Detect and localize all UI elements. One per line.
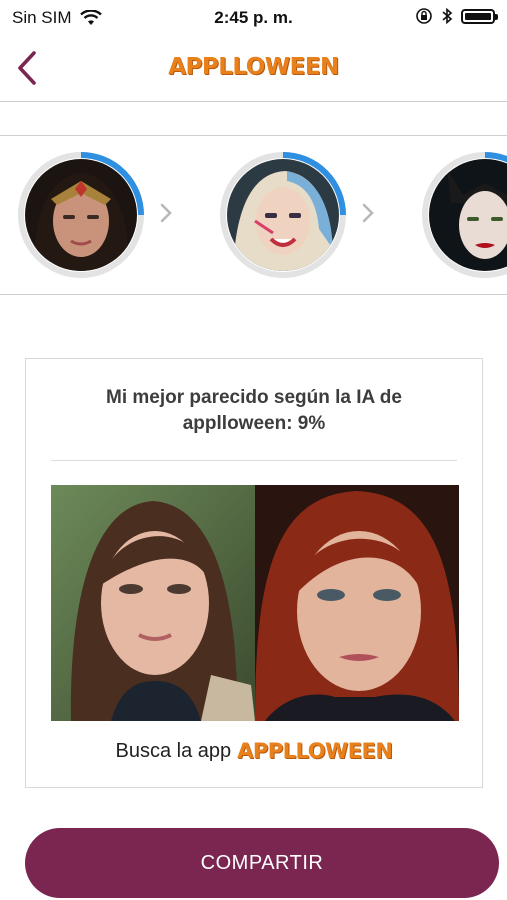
nav-bar: APPLLOWEEN	[0, 36, 507, 100]
character-carousel[interactable]	[0, 135, 507, 295]
card-divider	[51, 460, 457, 461]
app-logo: APPLLOWEEN	[168, 54, 339, 80]
chevron-right-icon	[160, 203, 172, 223]
divider	[0, 294, 507, 295]
result-line-1: Mi mejor parecido según la IA de	[106, 387, 402, 408]
result-text: Mi mejor parecido según la IA de appllow…	[46, 385, 462, 437]
busca-label: Busca la app	[115, 739, 232, 762]
avatar-photo	[25, 159, 137, 271]
battery-icon	[461, 8, 498, 24]
comparison-photos	[51, 485, 459, 721]
celebrity-photo	[255, 485, 459, 721]
avatar-photo	[227, 159, 339, 271]
user-photo	[51, 485, 255, 721]
busca-app-logo: APPLLOWEEN	[237, 739, 393, 763]
bluetooth-icon	[442, 7, 453, 25]
character-avatar-wonder-woman[interactable]	[17, 151, 145, 279]
result-line-2: applloween: 9%	[182, 413, 326, 434]
status-bar: Sin SIM 2:45 p. m.	[0, 0, 507, 36]
busca-app-line: Busca la app APPLLOWEEN	[26, 739, 482, 763]
divider	[0, 101, 507, 102]
chevron-right-icon	[362, 203, 374, 223]
share-button[interactable]: COMPARTIR	[25, 828, 499, 898]
character-avatar-harley-quinn[interactable]	[219, 151, 347, 279]
orientation-lock-icon	[416, 8, 432, 24]
character-avatar-maleficent[interactable]	[421, 151, 507, 279]
result-card: Mi mejor parecido según la IA de appllow…	[25, 358, 483, 788]
